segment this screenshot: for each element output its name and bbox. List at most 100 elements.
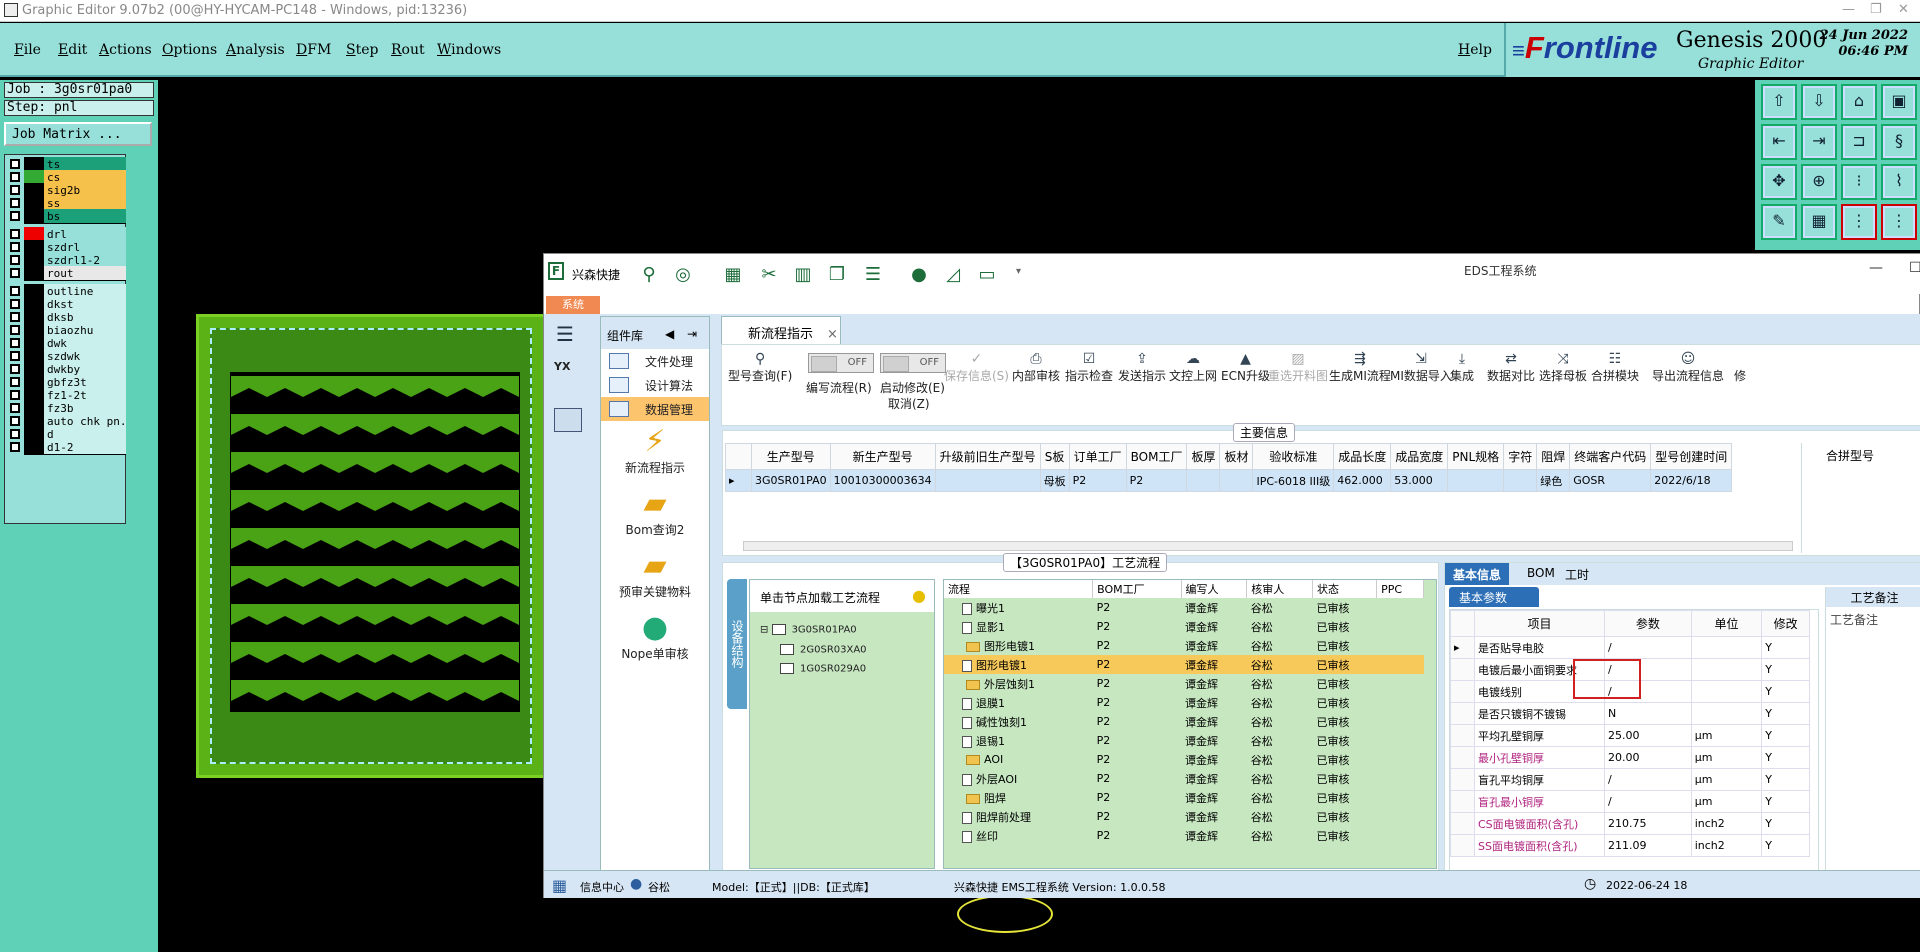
scale-icon[interactable]: ⁝ bbox=[1841, 164, 1877, 200]
pin-icon[interactable]: ⇥ bbox=[687, 327, 697, 341]
layer-checkbox[interactable] bbox=[10, 268, 20, 278]
column-header[interactable]: 终端客户代码 bbox=[1569, 443, 1652, 470]
eds-restore-button[interactable]: ☐ bbox=[1909, 260, 1920, 276]
column-header[interactable]: 参数 bbox=[1604, 610, 1692, 637]
save-info-button[interactable]: ✓ 保存信息(S) bbox=[944, 351, 1009, 384]
download-icon[interactable]: ⇩ bbox=[1801, 84, 1837, 120]
table-cell[interactable]: P2 bbox=[1125, 469, 1188, 492]
column-header[interactable]: 生产型号 bbox=[751, 443, 831, 470]
menu-actions[interactable]: Actions bbox=[99, 42, 152, 58]
nope-review-item[interactable]: ● Nope单审核 bbox=[601, 611, 709, 662]
tool-icon[interactable]: ✎ bbox=[1761, 204, 1797, 240]
flow-row[interactable]: 曝光1 P2 谭金辉 谷松 已审核 bbox=[944, 598, 1424, 617]
layer-checkbox[interactable] bbox=[10, 403, 20, 413]
route-icon[interactable]: § bbox=[1881, 124, 1917, 160]
table-cell[interactable]: 母板 bbox=[1039, 469, 1070, 492]
column-header[interactable]: 阻焊 bbox=[1536, 443, 1571, 470]
table-cell[interactable]: 绿色 bbox=[1536, 469, 1571, 492]
param-val[interactable]: / bbox=[1604, 790, 1692, 813]
lifebuoy-icon[interactable]: ◎ bbox=[670, 264, 696, 288]
reselect-cutting-button[interactable]: ▨ 重选开料图 bbox=[1268, 351, 1328, 384]
menu-rout[interactable]: Rout bbox=[391, 42, 425, 58]
flow-row[interactable]: 图形电镀1 P2 谭金辉 谷松 已审核 bbox=[944, 636, 1424, 655]
prereview-material-item[interactable]: ▰ 预审关键物料 bbox=[601, 549, 709, 600]
export-icon[interactable]: ⇥ bbox=[1801, 124, 1837, 160]
menu-help[interactable]: Help bbox=[1458, 42, 1492, 58]
generate-mi-button[interactable]: ⇶ 生成MI流程 bbox=[1329, 351, 1391, 384]
eds-minimize-button[interactable]: — bbox=[1869, 260, 1883, 276]
layer-checkbox[interactable] bbox=[10, 242, 20, 252]
column-header[interactable]: 核审人 bbox=[1246, 580, 1313, 598]
info-center[interactable]: 信息中心 bbox=[580, 879, 624, 895]
param-row[interactable]: CS面电镀面积(含孔) 210.75 inch2 Y bbox=[1450, 812, 1810, 835]
send-instruction-button[interactable]: ⇪ 发送指示 bbox=[1118, 351, 1166, 384]
tab-close-icon[interactable]: × bbox=[827, 327, 838, 342]
grid-icon[interactable]: ▦ bbox=[552, 876, 567, 895]
comment-icon[interactable]: ● bbox=[912, 586, 926, 605]
integrate-button[interactable]: ⤓ 集成 bbox=[1450, 351, 1474, 384]
tree-node-child[interactable]: 1G0SR029A0 bbox=[780, 663, 866, 675]
overflow-icon[interactable]: ▾ bbox=[1016, 266, 1021, 277]
param-val[interactable]: N bbox=[1604, 702, 1692, 725]
tree-node-child[interactable]: 2G0SR03XA0 bbox=[780, 644, 867, 656]
comp-item-design-algorithm[interactable]: 设计算法 bbox=[601, 373, 709, 397]
io-icon[interactable]: ⊐ bbox=[1841, 124, 1877, 160]
flow-row[interactable]: 外层蚀刻1 P2 谭金辉 谷松 已审核 bbox=[944, 674, 1424, 693]
mi-import-button[interactable]: ⇲ MI数据导入 bbox=[1390, 351, 1452, 384]
layer-checkbox[interactable] bbox=[10, 198, 20, 208]
table-cell[interactable]: 53.000 bbox=[1390, 469, 1449, 492]
table-cell[interactable]: 2022/6/18 bbox=[1650, 469, 1733, 492]
table-row[interactable]: ▸ 3G0SR01PA0 10010300003634 母板 P2 P2 IPC-6018 … bbox=[725, 469, 1733, 492]
layer-checkbox[interactable] bbox=[10, 351, 20, 361]
column-header[interactable]: 板材 bbox=[1219, 443, 1254, 470]
layer-row[interactable]: bs bbox=[7, 209, 126, 224]
layer-checkbox[interactable] bbox=[10, 299, 20, 309]
job-matrix-button[interactable]: Job Matrix ... bbox=[4, 122, 152, 146]
layer-checkbox[interactable] bbox=[10, 364, 20, 374]
layer-checkbox[interactable] bbox=[10, 312, 20, 322]
column-header[interactable]: 状态 bbox=[1312, 580, 1378, 598]
param-row[interactable]: 最小孔壁铜厚 20.00 μm Y bbox=[1450, 746, 1810, 769]
table-cell[interactable] bbox=[1503, 469, 1538, 492]
fit-icon[interactable]: ✥ bbox=[1761, 164, 1797, 200]
layer-color-swatch[interactable] bbox=[24, 440, 44, 455]
param-val[interactable]: 210.75 bbox=[1604, 812, 1692, 835]
layer-checkbox[interactable] bbox=[10, 185, 20, 195]
flow-row[interactable]: 碱性蚀刻1 P2 谭金辉 谷松 已审核 bbox=[944, 712, 1424, 731]
measure-icon[interactable]: ⌇ bbox=[1881, 164, 1917, 200]
film-icon[interactable]: ▥ bbox=[790, 264, 816, 288]
export-flow-info-button[interactable]: ☺ 导出流程信息 bbox=[1652, 351, 1724, 384]
column-header[interactable]: 板厚 bbox=[1186, 443, 1221, 470]
param-val[interactable]: / bbox=[1604, 768, 1692, 791]
list-icon[interactable]: ☰ bbox=[860, 264, 886, 288]
monitor-icon[interactable]: ▭ bbox=[974, 264, 1000, 288]
scissors-icon[interactable]: ✂ bbox=[756, 264, 782, 288]
layer-row[interactable]: d1-2 bbox=[7, 440, 126, 455]
layer-checkbox[interactable] bbox=[10, 286, 20, 296]
menu-dfm[interactable]: DFM bbox=[296, 42, 331, 58]
more-button[interactable]: 修 bbox=[1734, 351, 1746, 384]
param-row[interactable]: 盲孔最小铜厚 / μm Y bbox=[1450, 790, 1810, 813]
table-cell[interactable]: 462.000 bbox=[1333, 469, 1392, 492]
layer-checkbox[interactable] bbox=[10, 211, 20, 221]
flow-row[interactable]: 退锡1 P2 谭金辉 谷松 已审核 bbox=[944, 731, 1424, 750]
menu-file[interactable]: File bbox=[14, 42, 41, 58]
column-header[interactable]: BOM工厂 bbox=[1092, 580, 1182, 598]
tab-new-flow[interactable]: 新流程指示 × bbox=[721, 316, 841, 344]
ecn-upgrade-button[interactable]: ▲ ECN升级 bbox=[1221, 351, 1270, 384]
column-header[interactable]: PNL规格 bbox=[1447, 443, 1505, 470]
doc-upload-button[interactable]: ☁ 文控上网 bbox=[1169, 351, 1217, 384]
table-icon[interactable]: ▦ bbox=[720, 264, 746, 288]
clipboard-icon[interactable]: ❐ bbox=[824, 264, 850, 288]
layer-checkbox[interactable] bbox=[10, 255, 20, 265]
layer-checkbox[interactable] bbox=[10, 325, 20, 335]
param-val[interactable]: / bbox=[1604, 636, 1692, 659]
frame-icon[interactable]: ▣ bbox=[1881, 84, 1917, 120]
table-cell[interactable]: 10010300003634 bbox=[829, 469, 936, 492]
edit-flow-toggle[interactable]: OFF bbox=[808, 353, 874, 373]
table-cell[interactable]: P2 bbox=[1068, 469, 1127, 492]
comp-item-data-management[interactable]: 数据管理 bbox=[601, 397, 709, 421]
flow-row[interactable]: 外层AOI P2 谭金辉 谷松 已审核 bbox=[944, 769, 1424, 788]
layer-name[interactable]: rout bbox=[44, 266, 126, 281]
tab-hours[interactable]: 工时 bbox=[1557, 563, 1597, 585]
